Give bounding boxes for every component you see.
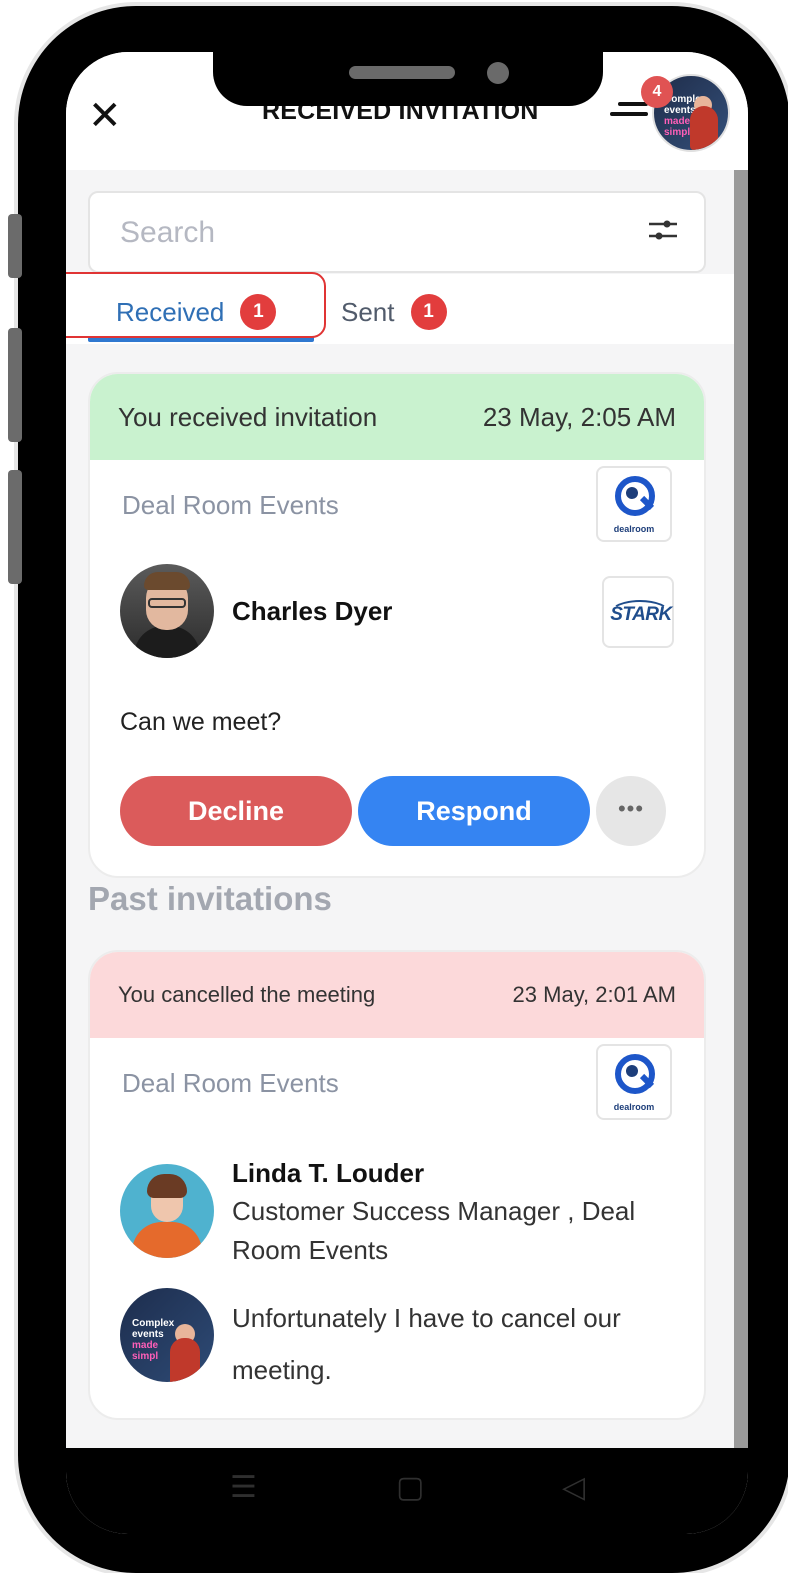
past-invitation-message: Unfortunately I have to cancel our meeti… (232, 1303, 621, 1385)
past-invitation-card: You cancelled the meeting 23 May, 2:01 A… (88, 950, 706, 1420)
system-nav-bar: ☰ ▢ ◁ (66, 1448, 748, 1534)
tab-sent-count-badge: 1 (410, 294, 447, 330)
person-name[interactable]: Linda T. Louder (232, 1158, 424, 1189)
tab-highlight-outline (66, 272, 326, 338)
search-input[interactable] (120, 213, 620, 253)
invitation-message: Can we meet? (120, 708, 282, 736)
search-bar (88, 191, 706, 273)
scrollbar[interactable] (734, 170, 748, 1450)
tab-sent[interactable]: Sent 1 (341, 294, 447, 330)
close-icon[interactable]: ✕ (88, 96, 122, 136)
past-invitation-status-text: You cancelled the meeting (118, 982, 376, 1007)
person-title: Customer Success Manager , Deal Room Eve… (232, 1196, 636, 1265)
phone-volume-down (8, 470, 22, 584)
tab-bar: Received 1 Sent 1 (66, 272, 734, 344)
past-invitation-status-bar: You cancelled the meeting 23 May, 2:01 A… (90, 952, 704, 1038)
invitation-status-text: You received invitation (118, 401, 378, 432)
company-logo: STARK (602, 576, 674, 648)
linda-avatar[interactable] (120, 1164, 214, 1258)
avatar-figure-body (690, 106, 718, 150)
more-options-button[interactable]: ••• (596, 776, 666, 846)
organization-name: Deal Room Events (122, 490, 339, 520)
respond-button[interactable]: Respond (358, 776, 590, 846)
decline-button[interactable]: Decline (120, 776, 352, 846)
phone-speaker (349, 66, 455, 79)
filter-sliders-icon[interactable] (647, 215, 679, 245)
past-organization-name: Deal Room Events (122, 1068, 339, 1098)
invitation-status-bar: You received invitation 23 May, 2:05 AM (90, 374, 704, 460)
phone-side-button (8, 214, 22, 278)
hamburger-icon[interactable] (610, 102, 648, 122)
dealroom-logo: dealroom (596, 466, 672, 542)
sender-avatar[interactable] (120, 564, 214, 658)
notification-badge: 4 (641, 76, 673, 108)
tab-sent-label: Sent (341, 296, 395, 327)
past-invitation-timestamp: 23 May, 2:01 AM (512, 982, 676, 1007)
app-screen: ✕ RECEIVED INVITATION Complex events mad… (66, 52, 748, 1534)
sender-name[interactable]: Charles Dyer (232, 596, 392, 627)
phone-camera (487, 62, 509, 84)
home-icon[interactable]: ▢ (396, 1470, 424, 1505)
back-icon[interactable]: ◁ (562, 1470, 585, 1505)
past-invitations-heading: Past invitations (88, 880, 332, 917)
phone-volume-up (8, 328, 22, 442)
invitation-timestamp: 23 May, 2:05 AM (482, 401, 676, 432)
past-dealroom-logo: dealroom (596, 1044, 672, 1120)
message-author-avatar-caption: Complex events made simpl (132, 1318, 175, 1362)
invitation-card: You received invitation 23 May, 2:05 AM … (88, 372, 706, 878)
recent-apps-icon[interactable]: ☰ (230, 1470, 257, 1505)
message-author-avatar[interactable]: Complex events made simpl (120, 1288, 214, 1382)
